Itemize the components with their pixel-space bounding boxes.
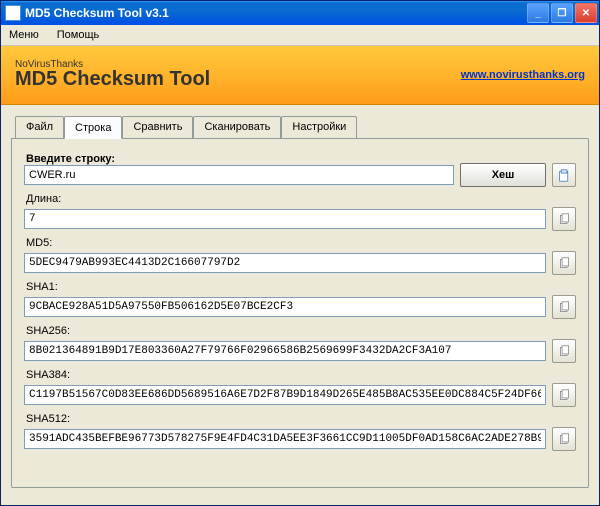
minimize-button[interactable]: _ — [527, 3, 549, 23]
output-length[interactable] — [24, 209, 546, 229]
banner-title-group: NoVirusThanks MD5 Checksum Tool — [15, 59, 210, 91]
content: Файл Строка Сравнить Сканировать Настрой… — [1, 105, 599, 505]
output-sha256[interactable] — [24, 341, 546, 361]
clear-icon — [558, 169, 571, 182]
tab-panel-string: Введите строку: Хеш Длина: MD5: — [11, 138, 589, 488]
copy-sha512[interactable] — [552, 427, 576, 451]
banner-title: MD5 Checksum Tool — [15, 68, 210, 91]
copy-icon — [558, 433, 571, 446]
copy-sha384[interactable] — [552, 383, 576, 407]
output-md5[interactable] — [24, 253, 546, 273]
output-sha1[interactable] — [24, 297, 546, 317]
output-sha384[interactable] — [24, 385, 546, 405]
copy-sha1[interactable] — [552, 295, 576, 319]
banner: NoVirusThanks MD5 Checksum Tool www.novi… — [1, 46, 599, 105]
copy-length[interactable] — [552, 207, 576, 231]
label-md5: MD5: — [26, 237, 576, 249]
tab-compare[interactable]: Сравнить — [122, 116, 193, 139]
menubar: Меню Помощь — [1, 25, 599, 46]
tab-file[interactable]: Файл — [15, 116, 64, 139]
copy-icon — [558, 257, 571, 270]
string-input[interactable] — [24, 165, 454, 185]
clear-button[interactable] — [552, 163, 576, 187]
titlebar: MD5 Checksum Tool v3.1 _ ❐ ✕ — [1, 1, 599, 25]
label-sha256: SHA256: — [26, 325, 576, 337]
copy-sha256[interactable] — [552, 339, 576, 363]
app-icon — [5, 5, 21, 21]
copy-icon — [558, 389, 571, 402]
app-window: MD5 Checksum Tool v3.1 _ ❐ ✕ Меню Помощь… — [0, 0, 600, 506]
banner-link[interactable]: www.novirusthanks.org — [461, 69, 585, 81]
maximize-button[interactable]: ❐ — [551, 3, 573, 23]
hash-button[interactable]: Хеш — [460, 163, 546, 187]
copy-icon — [558, 213, 571, 226]
tabstrip: Файл Строка Сравнить Сканировать Настрой… — [15, 115, 589, 138]
copy-icon — [558, 345, 571, 358]
label-length: Длина: — [26, 193, 576, 205]
menu-main[interactable]: Меню — [5, 27, 43, 43]
output-sha512[interactable] — [24, 429, 546, 449]
menu-help[interactable]: Помощь — [53, 27, 104, 43]
window-title: MD5 Checksum Tool v3.1 — [25, 6, 527, 20]
copy-icon — [558, 301, 571, 314]
input-row: Хеш — [24, 163, 576, 187]
window-controls: _ ❐ ✕ — [527, 3, 597, 23]
tab-settings[interactable]: Настройки — [281, 116, 357, 139]
label-sha384: SHA384: — [26, 369, 576, 381]
label-sha1: SHA1: — [26, 281, 576, 293]
close-button[interactable]: ✕ — [575, 3, 597, 23]
label-sha512: SHA512: — [26, 413, 576, 425]
tab-string[interactable]: Строка — [64, 116, 122, 139]
copy-md5[interactable] — [552, 251, 576, 275]
tab-scan[interactable]: Сканировать — [193, 116, 281, 139]
